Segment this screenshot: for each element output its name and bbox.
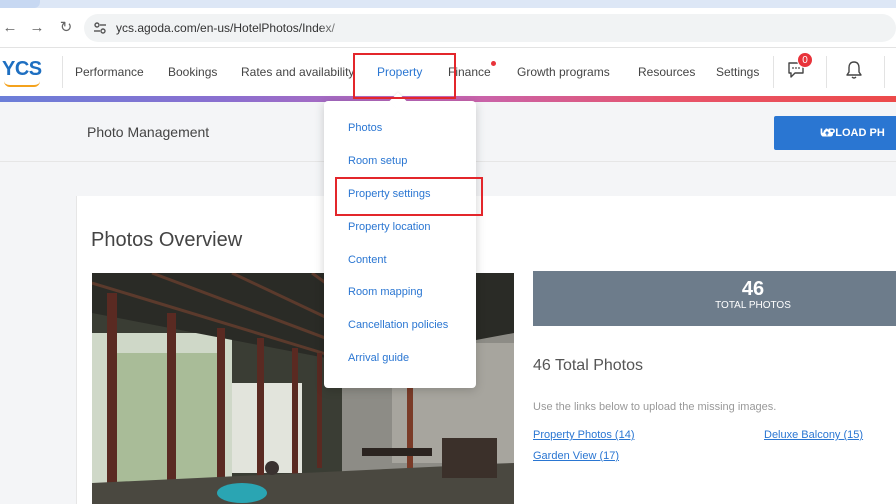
total-photos-card: [533, 271, 896, 326]
menu-item-property-location[interactable]: Property location: [348, 221, 431, 233]
browser-tab-strip: [0, 0, 896, 8]
property-settings-highlight: [335, 177, 483, 216]
nav-resources[interactable]: Resources: [638, 65, 695, 79]
menu-item-arrival-guide[interactable]: Arrival guide: [348, 352, 409, 364]
total-photos-label: TOTAL PHOTOS: [715, 300, 791, 311]
upload-photos-button[interactable]: UPLOAD PH: [774, 116, 896, 150]
browser-tab[interactable]: [0, 0, 40, 8]
page-title: Photo Management: [87, 124, 210, 140]
reload-icon[interactable]: ↻: [56, 17, 76, 37]
url-text[interactable]: ycs.agoda.com/en-us/HotelPhotos/Index/: [116, 21, 335, 35]
property-nav-highlight: [353, 53, 456, 99]
nav-growth-programs[interactable]: Growth programs: [517, 65, 610, 79]
nav-bookings[interactable]: Bookings: [168, 65, 217, 79]
menu-item-cancellation-policies[interactable]: Cancellation policies: [348, 319, 448, 331]
bell-icon[interactable]: [845, 60, 863, 80]
header-divider: [62, 56, 63, 88]
nav-performance[interactable]: Performance: [75, 65, 144, 79]
menu-item-room-mapping[interactable]: Room mapping: [348, 286, 423, 298]
photos-overview-title: Photos Overview: [91, 229, 243, 251]
forward-arrow-icon[interactable]: →: [27, 17, 47, 37]
garden-view-link[interactable]: Garden View (17): [533, 450, 619, 462]
total-photos-heading: 46 Total Photos: [533, 357, 644, 374]
finance-notification-dot: [491, 61, 496, 66]
menu-item-photos[interactable]: Photos: [348, 122, 382, 134]
ycs-logo[interactable]: YCS: [2, 58, 42, 81]
total-photos-count: 46: [741, 278, 765, 300]
back-arrow-icon[interactable]: ←: [0, 17, 20, 37]
property-dropdown-menu: [324, 101, 476, 388]
cloud-upload-icon: [821, 128, 834, 137]
header-divider: [884, 56, 885, 88]
header-divider: [826, 56, 827, 88]
header-divider: [773, 56, 774, 88]
upload-helper-text: Use the links below to upload the missin…: [533, 401, 777, 413]
site-settings-icon[interactable]: [92, 20, 108, 36]
nav-rates-availability[interactable]: Rates and availability: [241, 65, 354, 79]
menu-item-room-setup[interactable]: Room setup: [348, 155, 407, 167]
deluxe-balcony-link[interactable]: Deluxe Balcony (15): [764, 429, 863, 441]
chat-badge: 0: [797, 52, 813, 68]
nav-settings[interactable]: Settings: [716, 65, 759, 79]
url-obscured-region: [322, 20, 382, 36]
logo-swoosh-icon: [4, 81, 40, 87]
property-photos-link[interactable]: Property Photos (14): [533, 429, 635, 441]
menu-item-content[interactable]: Content: [348, 254, 387, 266]
